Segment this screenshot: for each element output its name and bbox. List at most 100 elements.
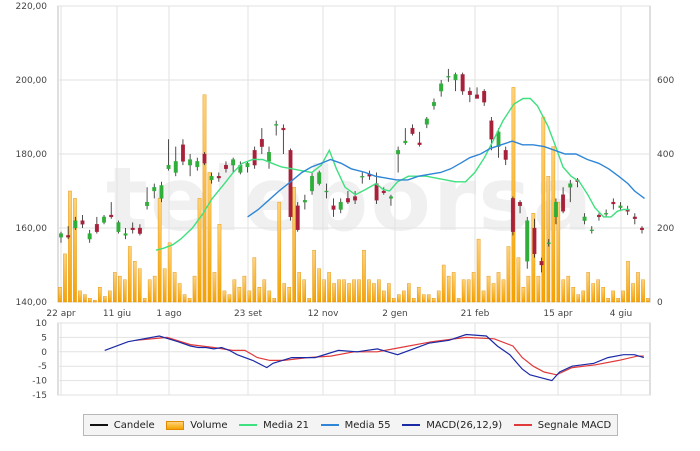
legend-signal[interactable]: Segnale MACD	[513, 419, 612, 431]
candle-body	[216, 176, 221, 179]
volume-bar	[431, 298, 436, 303]
candle-body	[245, 163, 250, 168]
macd-tick-label: 0	[41, 348, 47, 358]
candle	[525, 216, 530, 269]
volume-bar	[347, 283, 351, 303]
candle-body	[224, 164, 228, 169]
volume-bar	[222, 290, 227, 303]
volume-bar	[142, 298, 147, 303]
volume-bar	[152, 275, 157, 303]
candle	[202, 152, 207, 166]
volume-bar	[242, 275, 247, 303]
candle-body	[145, 201, 150, 206]
legend-ma55[interactable]: Media 55	[320, 419, 391, 431]
volume-bar	[621, 290, 625, 303]
volume-bar	[103, 296, 107, 303]
volume-bar	[342, 279, 346, 303]
candle	[632, 213, 637, 225]
volume-bar	[416, 287, 421, 303]
volume-tick-label: 0	[657, 298, 663, 308]
candle	[87, 229, 92, 243]
volume-bar	[332, 283, 336, 303]
volume-bar	[631, 283, 635, 303]
volume-bar	[411, 298, 416, 303]
candle-body	[582, 216, 587, 221]
legend-volume-label: Volume	[190, 419, 228, 431]
candle-body	[73, 220, 78, 229]
candle-body	[460, 74, 465, 92]
candle-body	[274, 124, 279, 126]
legend: Candele Volume Media 21 Media 55 MACD(26…	[83, 414, 618, 436]
candle-body	[532, 227, 537, 255]
candle-body	[432, 102, 436, 107]
y-tick-label: 200,00	[16, 76, 48, 86]
volume-bar	[302, 279, 306, 303]
candle	[510, 196, 515, 236]
candle	[475, 87, 479, 99]
volume-bar	[237, 287, 242, 303]
legend-candles[interactable]: Candele	[89, 420, 155, 431]
candle-body	[324, 190, 329, 193]
volume-bar	[58, 287, 62, 303]
volume-bar	[436, 290, 441, 303]
candle-body	[102, 216, 106, 223]
candle-body	[195, 161, 200, 168]
volume-bar	[317, 268, 321, 303]
volume-bar	[232, 279, 237, 303]
candle	[453, 72, 458, 92]
macd-tick-label: -5	[38, 362, 47, 372]
volume-bar	[397, 294, 401, 303]
volume-bar	[137, 268, 142, 303]
candle	[432, 98, 436, 110]
chart-stage: teleborsa 220,00 200,00 180,00 160,00 140,00…	[0, 0, 700, 451]
price-chart-svg: teleborsa 220,00 200,00 180,00 160,00 140,00…	[16, 2, 675, 401]
volume-bar	[461, 279, 466, 303]
x-tick-label: 1 ago	[156, 309, 182, 319]
candle-body	[130, 227, 135, 231]
volume-bar	[132, 261, 137, 303]
volume-bar	[536, 275, 541, 303]
volume-bar	[611, 290, 615, 303]
volume-bar	[626, 261, 630, 303]
candle	[59, 231, 63, 243]
volume-bar	[616, 298, 620, 303]
candle	[611, 198, 616, 210]
candle-body	[546, 242, 551, 244]
volume-bar	[551, 146, 556, 303]
legend-ma21-label: Media 21	[263, 419, 310, 431]
volume-bar	[182, 294, 187, 303]
macd-panel-frame	[57, 322, 651, 396]
candle-body	[525, 220, 530, 262]
volume-bar	[272, 298, 277, 303]
legend-ma21[interactable]: Media 21	[239, 420, 309, 431]
legend-volume[interactable]: Volume	[166, 419, 228, 431]
volume-bar	[167, 242, 172, 303]
volume-bar	[451, 272, 456, 303]
candle-body	[632, 216, 637, 219]
volume-bar	[327, 272, 331, 303]
volume-bar	[108, 290, 112, 303]
candle	[274, 120, 279, 136]
volume-bar	[646, 298, 650, 303]
candle-body	[137, 227, 142, 234]
volume-bar	[387, 283, 391, 303]
volume-bar	[292, 187, 297, 303]
candle-body	[302, 200, 307, 203]
candle-body	[360, 176, 365, 178]
candle-body	[152, 187, 157, 192]
legend-ma55-label: Media 55	[344, 419, 391, 431]
candle-body	[94, 224, 99, 232]
volume-bar	[362, 249, 366, 303]
candle	[424, 117, 429, 129]
legend-signal-label: Segnale MACD	[537, 419, 612, 431]
candle	[460, 72, 465, 95]
legend-macd[interactable]: MACD(26,12,9)	[402, 420, 502, 431]
volume-bar	[127, 246, 132, 303]
y-tick-label: 180,00	[16, 150, 48, 160]
volume-bar	[407, 283, 411, 303]
candle-body	[116, 222, 121, 232]
volume-bar	[541, 116, 546, 303]
volume-bar	[352, 279, 356, 303]
volume-bar	[192, 275, 197, 303]
candle-body	[553, 201, 558, 218]
